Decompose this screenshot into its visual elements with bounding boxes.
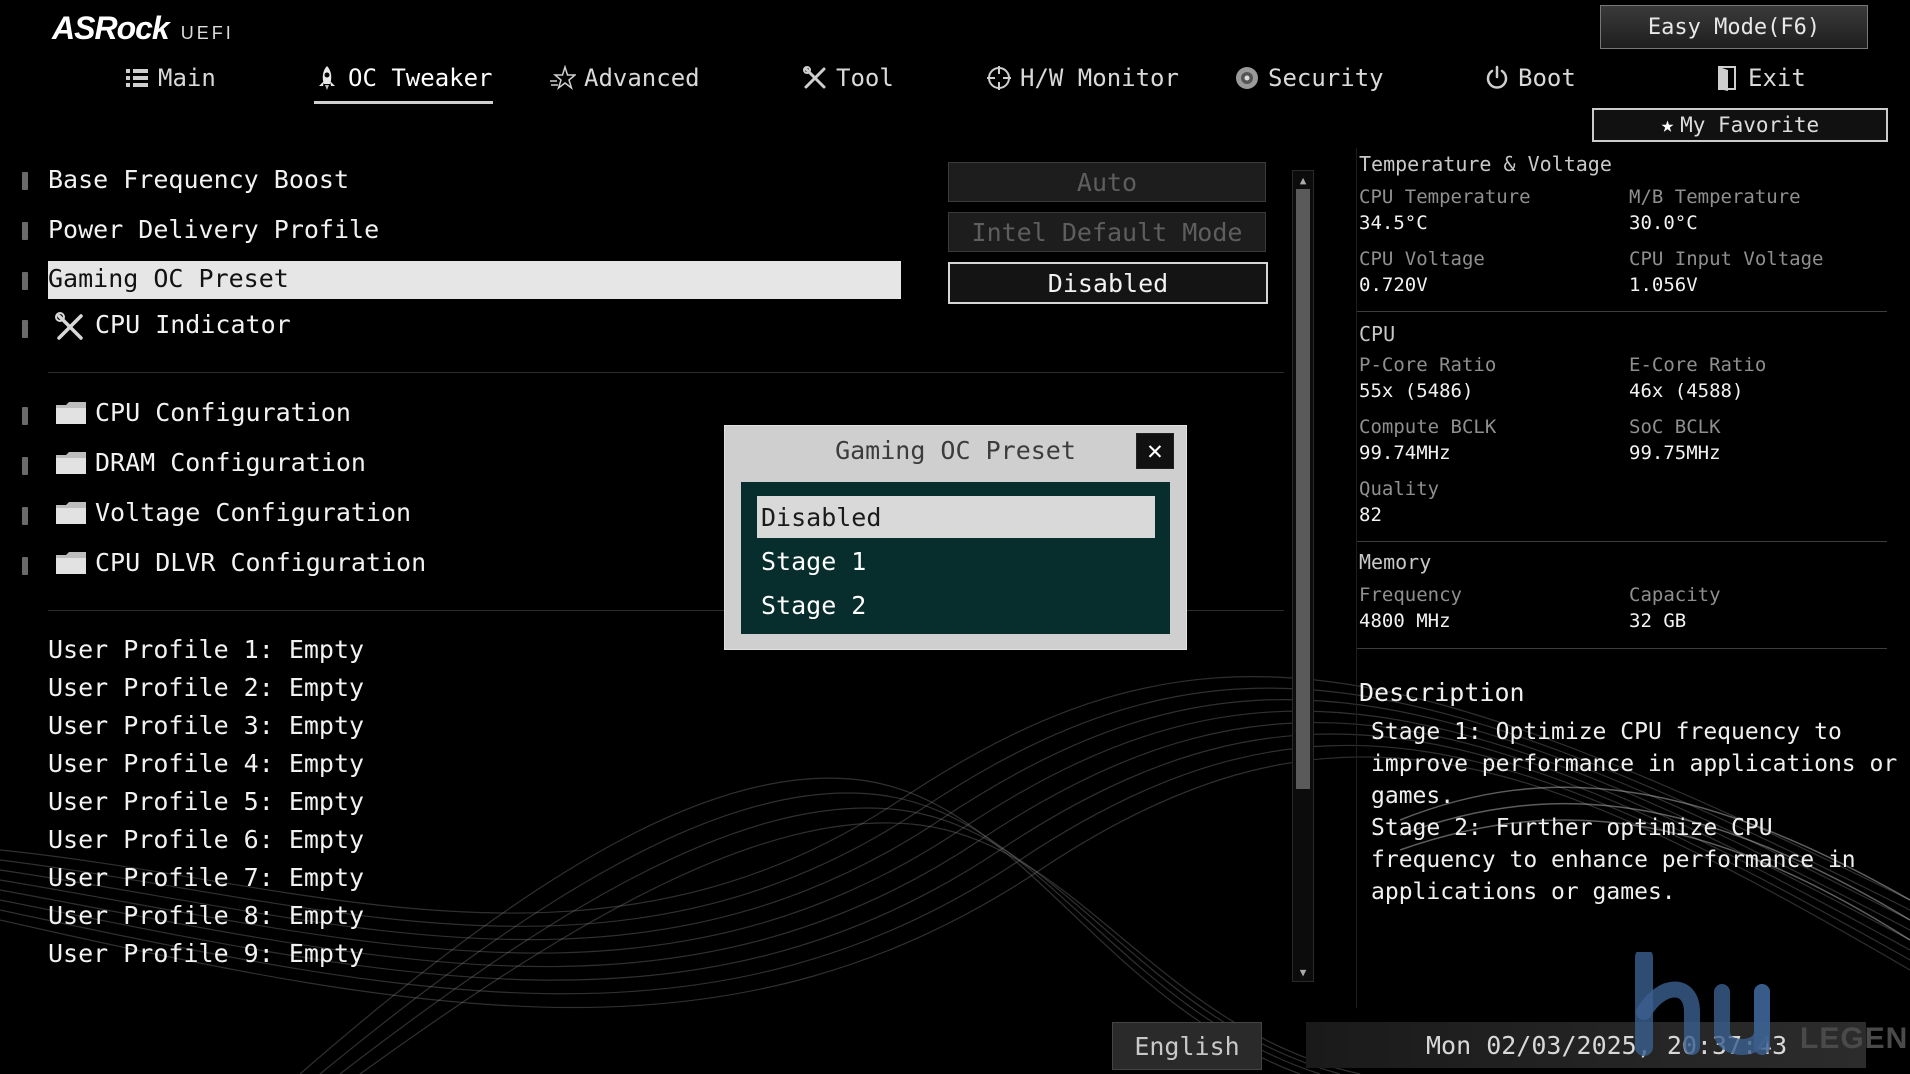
folder-icon (56, 402, 86, 424)
scrollbar-thumb[interactable] (1296, 189, 1310, 789)
mb-temperature-value: 30.0°C (1629, 212, 1698, 234)
user-profile-item[interactable]: User Profile 2: Empty (48, 673, 364, 702)
setting-label-base-frequency-boost[interactable]: Base Frequency Boost (48, 165, 349, 194)
cpu-voltage-label: CPU Voltage (1359, 248, 1485, 270)
dialog-option-disabled[interactable]: Disabled (757, 496, 1155, 538)
favorite-star-icon: ★ (1660, 112, 1675, 138)
hardware-monitor-panel: Temperature & Voltage CPU Temperature 34… (1356, 148, 1897, 1008)
user-profile-item[interactable]: User Profile 6: Empty (48, 825, 364, 854)
row-bullet (22, 507, 28, 525)
memory-frequency-label: Frequency (1359, 584, 1462, 606)
my-favorite-label: My Favorite (1680, 113, 1820, 137)
folder-icon (56, 452, 86, 474)
watermark-logo: LEGEND (1632, 952, 1910, 1062)
user-profile-item[interactable]: User Profile 7: Empty (48, 863, 364, 892)
setting-label-power-delivery-profile[interactable]: Power Delivery Profile (48, 215, 379, 244)
memory-capacity-label: Capacity (1629, 584, 1721, 606)
watermark-text: LEGEND (1800, 1022, 1910, 1055)
my-favorite-button[interactable]: ★ My Favorite (1592, 108, 1888, 142)
folder-icon (56, 552, 86, 574)
value-power-delivery-profile: Intel Default Mode (948, 212, 1266, 252)
row-bullet (22, 407, 28, 425)
tools-icon (55, 312, 83, 340)
e-core-ratio-value: 46x (4588) (1629, 380, 1744, 402)
tab-boot[interactable]: Boot (1484, 58, 1576, 98)
quality-label: Quality (1359, 478, 1440, 500)
dialog-title: Gaming OC Preset (835, 436, 1076, 465)
user-profile-item[interactable]: User Profile 5: Empty (48, 787, 364, 816)
compute-bclk-label: Compute BCLK (1359, 416, 1497, 438)
submenu-cpu-dlvr-configuration[interactable]: CPU DLVR Configuration (95, 548, 426, 577)
compute-bclk-value: 99.74MHz (1359, 442, 1451, 464)
folder-icon (56, 502, 86, 524)
row-bullet (22, 222, 28, 240)
exit-door-icon (1718, 66, 1736, 91)
panel-divider (1357, 311, 1887, 312)
memory-section-title: Memory (1359, 550, 1432, 574)
row-bullet (22, 557, 28, 575)
language-label: English (1134, 1031, 1240, 1061)
tab-exit[interactable]: Exit (1714, 58, 1806, 98)
p-core-ratio-label: P-Core Ratio (1359, 354, 1497, 376)
mb-temperature-label: M/B Temperature (1629, 186, 1801, 208)
language-button[interactable]: English (1112, 1022, 1262, 1070)
soc-bclk-value: 99.75MHz (1629, 442, 1721, 464)
e-core-ratio-label: E-Core Ratio (1629, 354, 1767, 376)
user-profile-item[interactable]: User Profile 8: Empty (48, 901, 364, 930)
row-bullet (22, 457, 28, 475)
dialog-option-stage-2[interactable]: Stage 2 (757, 584, 1155, 626)
cpu-section-title: CPU (1359, 322, 1396, 346)
cpu-temperature-value: 34.5°C (1359, 212, 1428, 234)
user-profile-item[interactable]: User Profile 1: Empty (48, 635, 364, 664)
cpu-temperature-label: CPU Temperature (1359, 186, 1531, 208)
easy-mode-label: Easy Mode(F6) (1647, 14, 1821, 40)
watermark-emblem (1635, 952, 1770, 1056)
memory-frequency-value: 4800 MHz (1359, 610, 1451, 632)
easy-mode-button[interactable]: Easy Mode(F6) (1600, 5, 1868, 49)
value-gaming-oc-preset[interactable]: Disabled (948, 262, 1268, 304)
temp-voltage-section-title: Temperature & Voltage (1359, 152, 1612, 176)
panel-divider (1357, 541, 1887, 542)
panel-divider (1357, 648, 1887, 649)
description-text: Stage 1: Optimize CPU frequency to impro… (1371, 719, 1898, 905)
submenu-cpu-configuration[interactable]: CPU Configuration (95, 398, 351, 427)
dialog-option-stage-1[interactable]: Stage 1 (757, 540, 1155, 582)
cpu-input-voltage-label: CPU Input Voltage (1629, 248, 1824, 270)
quality-value: 82 (1359, 504, 1382, 526)
setting-label-gaming-oc-preset[interactable]: Gaming OC Preset (48, 264, 289, 293)
scroll-down-arrow-icon[interactable]: ▼ (1295, 965, 1311, 979)
user-profile-item[interactable]: User Profile 4: Empty (48, 749, 364, 778)
submenu-dram-configuration[interactable]: DRAM Configuration (95, 448, 366, 477)
user-profile-item[interactable]: User Profile 3: Empty (48, 711, 364, 740)
submenu-voltage-configuration[interactable]: Voltage Configuration (95, 498, 411, 527)
row-bullet (22, 320, 28, 338)
user-profile-item[interactable]: User Profile 9: Empty (48, 939, 364, 968)
dialog-options-list: Disabled Stage 1 Stage 2 (741, 482, 1170, 634)
cpu-input-voltage-value: 1.056V (1629, 274, 1698, 296)
p-core-ratio-value: 55x (5486) (1359, 380, 1474, 402)
tab-exit-label: Exit (1748, 64, 1806, 92)
description-title: Description (1359, 678, 1525, 707)
scrollbar[interactable]: ▲ ▼ (1292, 170, 1314, 982)
gaming-oc-preset-dialog: Gaming OC Preset ✕ Disabled Stage 1 Stag… (724, 425, 1187, 650)
setting-label-cpu-indicator[interactable]: CPU Indicator (95, 310, 291, 339)
cpu-voltage-value: 0.720V (1359, 274, 1428, 296)
power-icon (1486, 65, 1508, 89)
tab-boot-label: Boot (1518, 64, 1576, 92)
value-base-frequency-boost: Auto (948, 162, 1266, 202)
row-bullet (22, 172, 28, 190)
section-divider (48, 372, 1284, 373)
soc-bclk-label: SoC BCLK (1629, 416, 1721, 438)
scroll-up-arrow-icon[interactable]: ▲ (1295, 173, 1311, 187)
close-icon[interactable]: ✕ (1136, 433, 1174, 469)
memory-capacity-value: 32 GB (1629, 610, 1687, 632)
row-bullet (22, 272, 28, 290)
